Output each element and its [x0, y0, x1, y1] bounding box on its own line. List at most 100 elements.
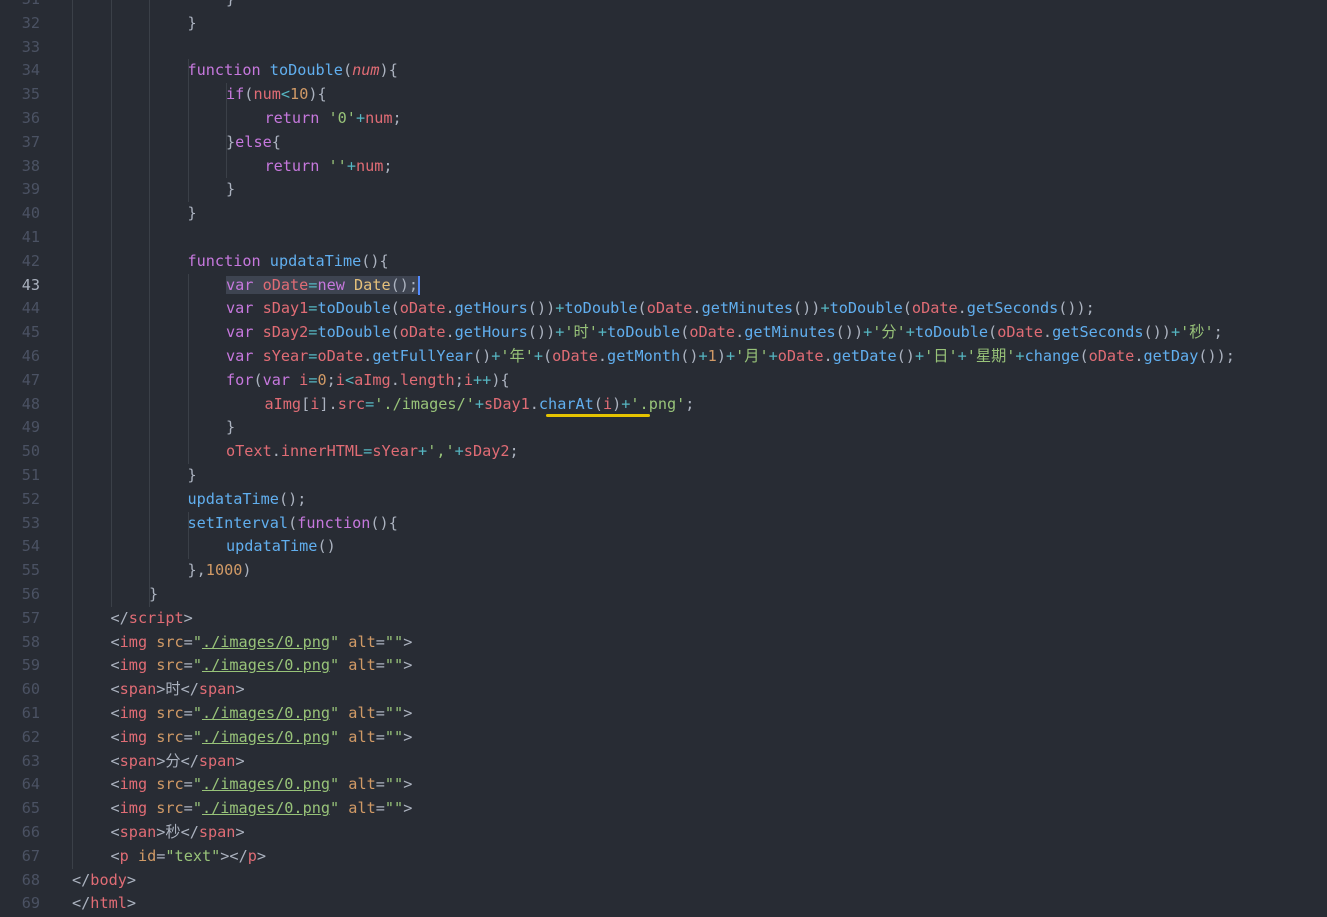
code-line[interactable]: 65 <img src="./images/0.png" alt=""> — [0, 797, 1327, 821]
code-token: ./images/0.png — [201, 799, 330, 818]
code-line[interactable]: 64 <img src="./images/0.png" alt=""> — [0, 773, 1327, 797]
code-token: ++ — [473, 370, 492, 389]
code-line[interactable]: 55},1000) — [0, 559, 1327, 583]
code-line[interactable]: 67 <p id="text"></p> — [0, 845, 1327, 869]
code-token: for — [226, 370, 254, 389]
code-token: ) — [612, 394, 622, 413]
code-line[interactable]: 69 </html> — [0, 892, 1327, 916]
line-number: 68 — [21, 870, 40, 889]
code-line[interactable]: 58 <img src="./images/0.png" alt=""> — [0, 631, 1327, 655]
code-token: } — [226, 132, 236, 151]
code-line[interactable]: 42 function updataTime(){ — [0, 250, 1327, 274]
code-token: oDate — [1088, 347, 1135, 365]
code-token: ()); — [1198, 347, 1235, 365]
code-line[interactable]: 41 — [0, 226, 1327, 250]
code-token: span — [119, 680, 157, 699]
line-number: 50 — [21, 442, 40, 461]
code-line[interactable]: 39} — [0, 178, 1327, 202]
code-line[interactable]: 37}else{ — [0, 131, 1327, 155]
code-line[interactable]: 68 </body> — [0, 869, 1327, 893]
code-line[interactable]: 60 <span>时</span> — [0, 678, 1327, 702]
code-line[interactable]: 47 for(var i=0;i<aImg.length;i++){ — [0, 369, 1327, 393]
code-line[interactable]: 43 var oDate=new Date(); — [0, 274, 1327, 298]
code-token: + — [346, 156, 356, 175]
line-number: 51 — [21, 466, 40, 484]
code-token: ( — [637, 299, 647, 318]
code-token: ) — [716, 347, 726, 365]
code-line[interactable]: 50 oText.innerHTML=sYear+','+sDay2; — [0, 440, 1327, 464]
code-token: return — [264, 156, 329, 175]
code-editor[interactable]: 31}32}3334function toDouble(num){35if(nu… — [0, 0, 1327, 917]
code-token: img — [119, 656, 157, 675]
code-token: change — [1024, 347, 1080, 365]
code-token: + — [914, 347, 925, 365]
code-token: function — [187, 61, 270, 80]
code-token: src — [156, 632, 184, 651]
code-token: 1 — [707, 347, 717, 365]
code-token: var — [226, 299, 263, 318]
code-line[interactable]: 52 updataTime(); — [0, 488, 1327, 512]
code-line[interactable]: 38 return ''+num; — [0, 155, 1327, 179]
code-token: < — [110, 799, 120, 818]
code-line[interactable]: 66 <span>秒</span> — [0, 821, 1327, 845]
code-token: alt — [348, 799, 376, 818]
code-token: " — [192, 727, 202, 746]
code-line[interactable]: 51} — [0, 464, 1327, 488]
code-line[interactable]: 54 updataTime() — [0, 535, 1327, 559]
code-line[interactable]: 44 var sDay1=toDouble(oDate.getHours())+t… — [0, 297, 1327, 321]
code-token: span — [198, 823, 236, 841]
code-line[interactable]: 33 — [0, 36, 1327, 60]
code-text: <img src="./images/0.png" alt=""> — [111, 797, 413, 821]
code-token: src — [337, 394, 366, 413]
code-token: '星期' — [966, 347, 1016, 365]
code-token: var — [226, 275, 263, 294]
code-line[interactable]: 63 <span>分</span> — [0, 750, 1327, 774]
code-line[interactable]: 35 if(num<10){ — [0, 83, 1327, 107]
code-line[interactable]: 49} — [0, 416, 1327, 440]
code-line[interactable]: 45 var sDay2=toDouble(oDate.getHours())+'… — [0, 321, 1327, 345]
line-number: 54 — [21, 537, 40, 556]
code-line[interactable]: 57 </script> — [0, 607, 1327, 631]
code-line[interactable]: 53 setInterval(function(){ — [0, 512, 1327, 536]
code-line[interactable]: 59 <img src="./images/0.png" alt=""> — [0, 654, 1327, 678]
code-line[interactable]: 32} — [0, 12, 1327, 36]
line-number: 32 — [21, 13, 40, 32]
code-token: toDouble — [607, 323, 681, 342]
code-line[interactable]: 36 return '0'+num; — [0, 107, 1327, 131]
code-token: aImg — [264, 394, 302, 413]
code-token: " — [192, 799, 202, 818]
code-text: <span>时</span> — [111, 678, 245, 702]
code-line[interactable]: 48 aImg[i].src='./images/'+sDay1.charAt(i… — [0, 393, 1327, 417]
code-token: < — [110, 846, 120, 865]
code-token: ]. — [319, 394, 338, 413]
code-token: body — [90, 870, 127, 889]
code-line[interactable]: 61 <img src="./images/0.png" alt=""> — [0, 702, 1327, 726]
line-number: 48 — [21, 394, 40, 413]
code-text: </html> — [72, 892, 136, 916]
code-line[interactable]: 56} — [0, 583, 1327, 607]
code-token: ; — [509, 442, 519, 461]
code-token: (); — [390, 275, 419, 294]
code-token: src — [156, 727, 184, 746]
code-token: src — [156, 799, 184, 818]
line-number: 47 — [21, 370, 40, 389]
code-token: . — [445, 299, 455, 318]
line-number: 35 — [21, 85, 40, 104]
code-token: alt — [348, 727, 376, 746]
code-token: num — [365, 109, 393, 127]
code-token: < — [344, 370, 355, 389]
code-token: . — [735, 323, 745, 342]
code-line[interactable]: 34 function toDouble(num){ — [0, 59, 1327, 83]
code-token: >时</ — [156, 680, 199, 699]
code-line[interactable]: 40} — [0, 202, 1327, 226]
code-token: src — [156, 656, 184, 675]
code-token: 1000 — [205, 561, 243, 580]
code-token: " — [330, 775, 349, 794]
code-token: function — [297, 513, 371, 532]
code-token: ()) — [1143, 323, 1171, 342]
code-line[interactable]: 62 <img src="./images/0.png" alt=""> — [0, 726, 1327, 750]
code-line[interactable]: 31} — [0, 0, 1327, 12]
code-line[interactable]: 46 var sYear=oDate.getFullYear()+'年'+(oDa… — [0, 345, 1327, 369]
code-token: . — [445, 323, 455, 342]
code-token: num — [355, 156, 384, 175]
